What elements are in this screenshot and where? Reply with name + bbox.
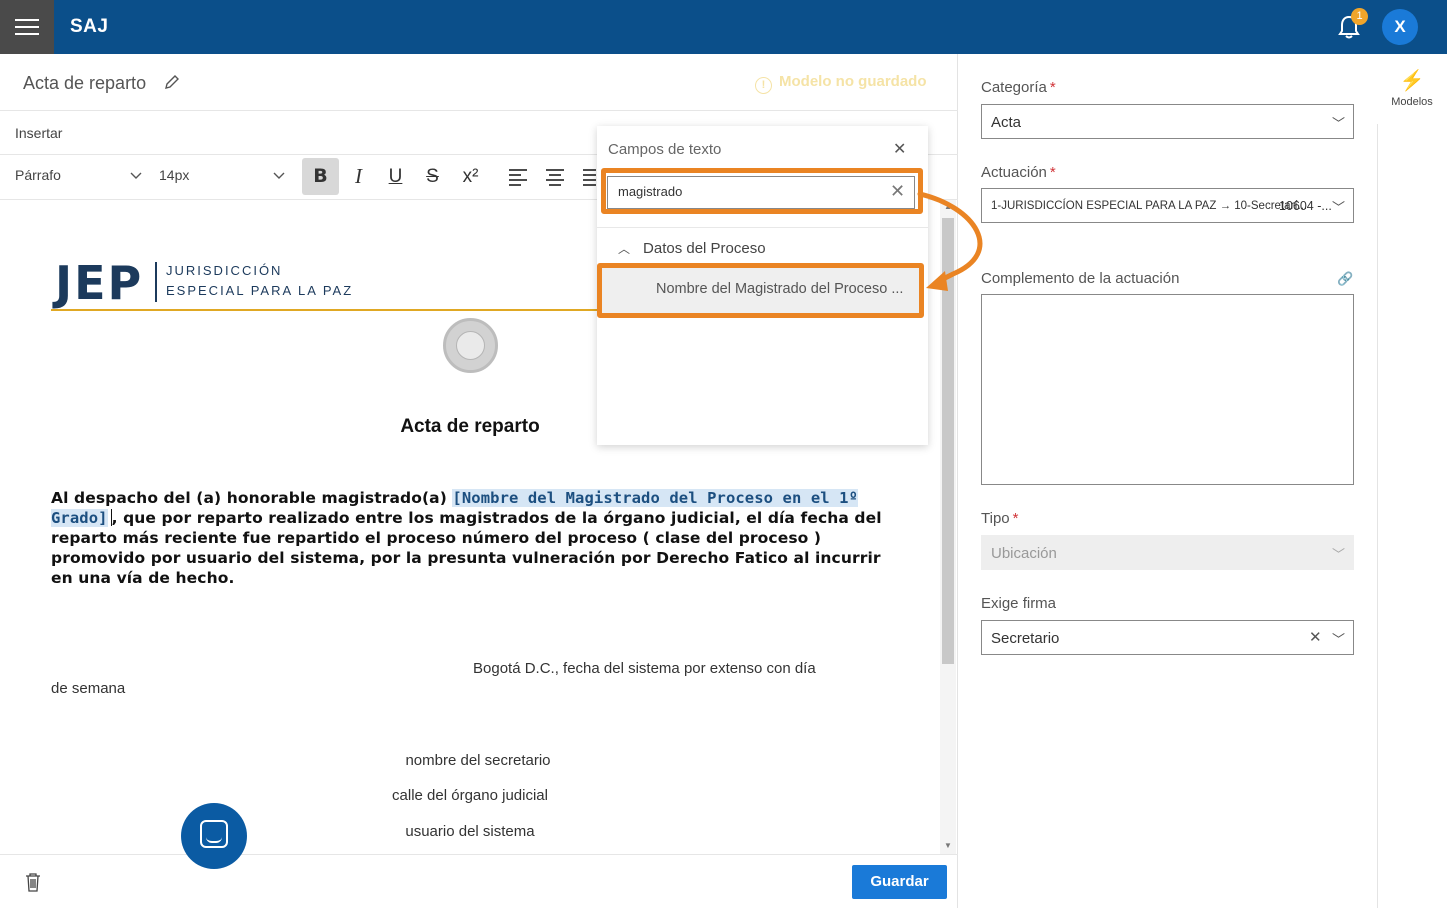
chevron-down-icon: ﹀	[1332, 632, 1346, 647]
required-mark: *	[1012, 510, 1019, 527]
required-mark: *	[1049, 79, 1056, 96]
category-select[interactable]: Acta ﹀	[981, 104, 1354, 139]
document-title: Acta de reparto	[23, 73, 147, 93]
actuation-select[interactable]: 1-JURISDICCÍON ESPECIAL PARA LA PAZ → 10…	[981, 188, 1354, 223]
superscript-button[interactable]: x²	[452, 158, 489, 195]
chevron-down-icon: ﹀	[1332, 200, 1346, 215]
italic-button[interactable]: I	[340, 158, 377, 195]
complement-label: Complemento de la actuación	[981, 270, 1180, 287]
save-button[interactable]: Guardar	[852, 865, 947, 899]
logo-text-line2: ESPECIAL PARA LA PAZ	[166, 283, 354, 298]
type-value: Ubicación	[991, 545, 1057, 562]
header-rule	[51, 309, 601, 311]
actuation-value: 1-JURISDICCÍON ESPECIAL PARA LA PAZ → 10…	[991, 200, 1308, 212]
align-right-icon[interactable]	[582, 168, 596, 186]
date-line: Bogotá D.C., fecha del sistema por exten…	[473, 660, 816, 677]
category-label-text: Categoría	[981, 79, 1047, 96]
group-datos-del-proceso[interactable]: ︿ Datos del Proceso	[618, 240, 766, 257]
editor-footer: Guardar	[0, 854, 958, 908]
body-paragraph[interactable]: Al despacho del (a) honorable magistrado…	[51, 488, 901, 588]
chat-support-button[interactable]	[181, 803, 247, 869]
insert-menu[interactable]: Insertar	[15, 125, 62, 141]
edit-title-icon[interactable]	[164, 74, 180, 90]
required-mark: *	[1049, 164, 1056, 181]
hamburger-icon	[15, 33, 39, 35]
paragraph-style-select[interactable]: Párrafo	[15, 167, 61, 183]
hamburger-icon	[15, 19, 39, 21]
colombia-seal-icon	[443, 318, 498, 373]
document-heading-text: Acta de reparto	[400, 416, 540, 437]
warning-icon: !	[755, 77, 772, 94]
complement-textarea[interactable]	[981, 294, 1354, 485]
models-label: Modelos	[1391, 96, 1433, 108]
hamburger-icon	[15, 26, 39, 28]
strikethrough-button[interactable]: S	[414, 158, 451, 195]
lightning-icon: ⚡	[1399, 70, 1425, 92]
panel-divider	[1377, 124, 1378, 908]
models-button[interactable]: ⚡ Modelos	[1377, 68, 1447, 108]
type-select: Ubicación ﹀	[981, 535, 1354, 570]
highlight-search-annotation	[601, 168, 923, 214]
paragraph-rest: , que por reparto realizado entre los ma…	[51, 509, 882, 587]
paragraph-start: Al despacho del (a) honorable magistrado…	[51, 489, 453, 507]
type-label: Tipo *	[981, 510, 1018, 527]
properties-panel: ⚡ Modelos Categoría * Acta ﹀ Actuación * 1…	[959, 54, 1447, 908]
underline-button[interactable]: U	[377, 158, 414, 195]
signature-value: Secretario	[991, 630, 1060, 647]
popup-divider	[597, 227, 928, 228]
category-value: Acta	[991, 114, 1022, 131]
chevron-down-icon: ﹀	[1332, 116, 1346, 131]
type-label-text: Tipo	[981, 510, 1010, 527]
logo-text-line1: JURISDICCIÓN	[166, 263, 283, 278]
system-user: usuario del sistema	[405, 823, 535, 840]
link-icon[interactable]: 🔗	[1337, 271, 1353, 287]
secretary-name: nombre del secretario	[405, 752, 551, 769]
align-center-icon[interactable]	[545, 168, 565, 186]
app-title: SAJ	[70, 16, 109, 37]
chat-icon	[200, 820, 228, 848]
unsaved-status-text: Modelo no guardado	[779, 73, 927, 90]
trash-icon[interactable]	[25, 872, 41, 892]
chevron-down-icon: ﹀	[1332, 547, 1346, 562]
chevron-down-icon[interactable]	[129, 168, 143, 182]
actuation-code: 10604 -...	[1279, 199, 1332, 213]
notification-badge: 1	[1351, 8, 1368, 25]
seal-shield	[456, 331, 485, 360]
category-label: Categoría *	[981, 79, 1056, 96]
menu-button[interactable]	[0, 0, 54, 54]
signature-label: Exige firma	[981, 595, 1057, 612]
scroll-down-icon[interactable]: ▼	[943, 841, 953, 850]
court-address: calle del órgano judicial	[392, 787, 548, 804]
popup-title: Campos de texto	[608, 141, 722, 158]
date-line-continuation: de semana	[51, 680, 126, 697]
align-left-icon[interactable]	[508, 168, 528, 186]
bold-button[interactable]: B	[302, 158, 339, 195]
signature-select[interactable]: Secretario ✕ ﹀	[981, 620, 1354, 655]
user-avatar[interactable]: X	[1382, 9, 1418, 45]
actuation-label-text: Actuación	[981, 164, 1047, 181]
actuation-label: Actuación *	[981, 164, 1056, 181]
group-label: Datos del Proceso	[643, 240, 766, 257]
logo-divider	[155, 262, 157, 302]
highlight-item-annotation	[597, 263, 924, 318]
close-icon[interactable]: ✕	[893, 139, 906, 159]
top-bar: SAJ 1 X	[0, 0, 1447, 54]
document-header: Acta de reparto ! Modelo no guardado	[0, 54, 958, 111]
unsaved-status: ! Modelo no guardado	[755, 73, 927, 94]
clear-selection-icon[interactable]: ✕	[1309, 628, 1322, 646]
font-size-select[interactable]: 14px	[159, 167, 189, 183]
chevron-down-icon[interactable]	[272, 168, 286, 182]
jep-logo-letters: JEP	[55, 256, 144, 310]
chevron-up-icon: ︿	[618, 242, 631, 256]
